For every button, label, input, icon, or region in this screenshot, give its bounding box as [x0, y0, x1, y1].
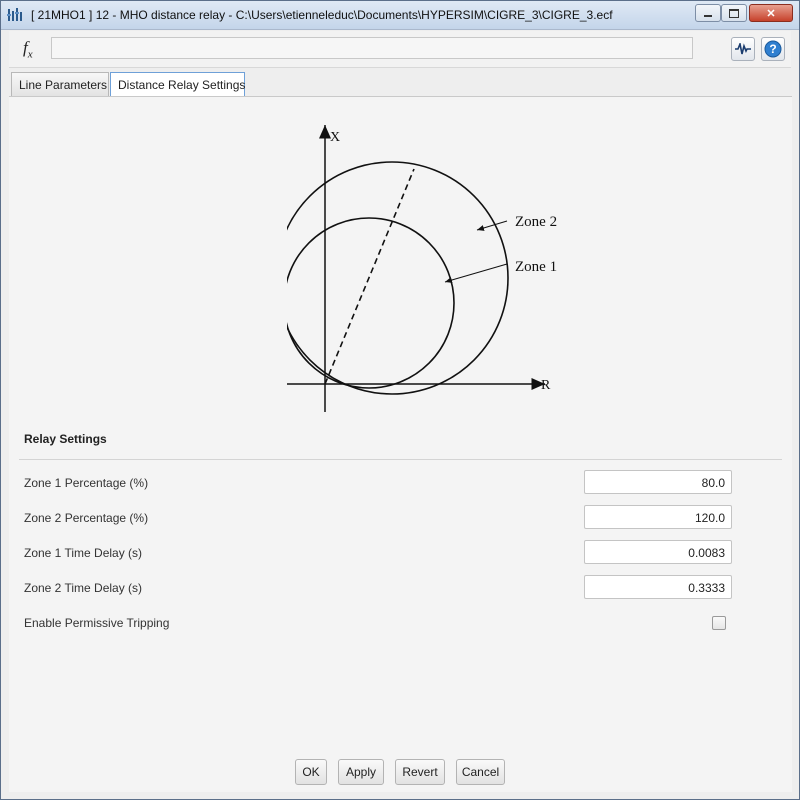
tab-distance-relay-settings[interactable]: Distance Relay Settings [110, 72, 245, 97]
formula-toolbar: fx ? [9, 31, 791, 68]
settings-panel: X R Zone 2 Zone 1 Relay Settings Zone 1 … [9, 96, 792, 792]
tab-line-parameters[interactable]: Line Parameters [11, 72, 109, 96]
zone2-circle [287, 161, 509, 395]
zone2-percentage-field[interactable]: 120.0 [584, 505, 732, 529]
close-button[interactable]: ✕ [749, 4, 793, 22]
app-icon [7, 8, 22, 21]
cancel-button[interactable]: Cancel [456, 759, 505, 785]
zone1-time-delay-field[interactable]: 0.0083 [584, 540, 732, 564]
title-bar[interactable]: [ 21MHO1 ] 12 - MHO distance relay - C:\… [1, 1, 799, 30]
zone2-pointer [476, 220, 508, 231]
maximize-icon [729, 8, 739, 18]
permissive-tripping-label: Enable Permissive Tripping [24, 616, 170, 630]
help-icon: ? [764, 40, 782, 58]
waveform-icon [735, 43, 751, 55]
x-axis-label: R [541, 378, 551, 393]
revert-button[interactable]: Revert [395, 759, 445, 785]
close-icon: ✕ [766, 7, 776, 20]
help-button[interactable]: ? [761, 37, 785, 61]
mho-characteristic-diagram: X R Zone 2 Zone 1 [287, 125, 557, 412]
dialog-window: [ 21MHO1 ] 12 - MHO distance relay - C:\… [0, 0, 800, 800]
maximize-button[interactable] [721, 4, 747, 22]
window-title: [ 21MHO1 ] 12 - MHO distance relay - C:\… [31, 8, 613, 22]
ok-button[interactable]: OK [295, 759, 327, 785]
zone2-time-delay-field[interactable]: 0.3333 [584, 575, 732, 599]
minimize-button[interactable] [695, 4, 721, 22]
zone2-percentage-label: Zone 2 Percentage (%) [24, 511, 149, 525]
zone2-time-delay-label: Zone 2 Time Delay (s) [24, 581, 143, 595]
section-title: Relay Settings [24, 432, 107, 446]
zone1-percentage-field[interactable]: 80.0 [584, 470, 732, 494]
zone1-time-delay-label: Zone 1 Time Delay (s) [24, 546, 143, 560]
minimize-icon [704, 15, 712, 17]
line-impedance-dashed [324, 168, 415, 385]
permissive-tripping-checkbox[interactable] [712, 616, 726, 630]
apply-button[interactable]: Apply [338, 759, 384, 785]
zone1-percentage-label: Zone 1 Percentage (%) [24, 476, 149, 490]
zone2-label: Zone 2 [515, 214, 557, 230]
fx-icon[interactable]: fx [23, 38, 33, 60]
waveform-button[interactable] [731, 37, 755, 61]
section-divider [19, 459, 782, 460]
formula-input[interactable] [51, 37, 693, 59]
zone1-label: Zone 1 [515, 259, 557, 275]
svg-text:?: ? [769, 42, 776, 56]
y-axis-label: X [330, 130, 340, 145]
zone1-pointer [444, 263, 508, 283]
